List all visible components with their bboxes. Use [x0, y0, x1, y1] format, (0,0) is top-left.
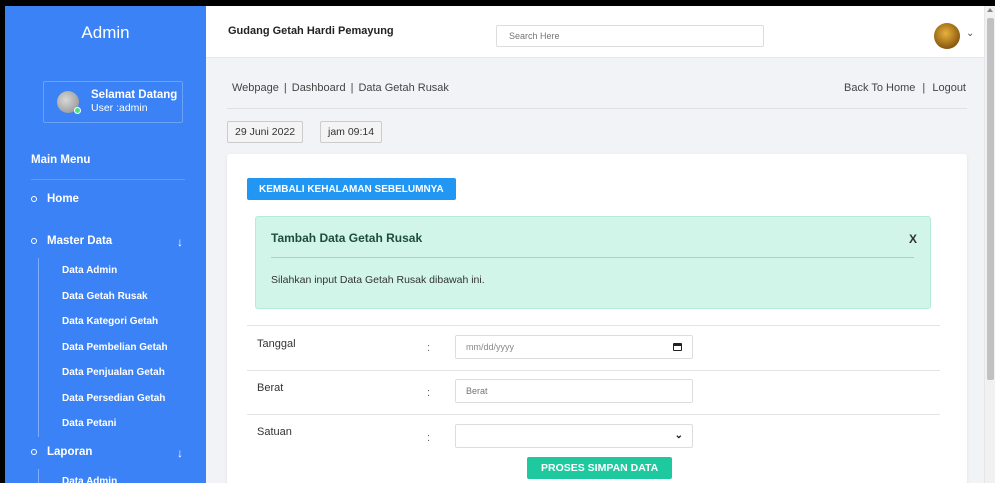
- scroll-up-icon[interactable]: [987, 8, 993, 12]
- bullet-icon: [31, 449, 37, 455]
- user-card: Selamat Datang User :admin: [43, 81, 183, 123]
- berat-input[interactable]: [455, 379, 693, 403]
- alert-message: Silahkan input Data Getah Rusak dibawah …: [271, 274, 485, 286]
- form-divider: [247, 325, 940, 326]
- breadcrumb-separator: |: [283, 82, 287, 94]
- chevron-down-icon[interactable]: ⌄: [966, 28, 974, 39]
- save-button[interactable]: PROSES SIMPAN DATA: [527, 457, 673, 479]
- sidebar-item-master-data[interactable]: Master Data ↓: [31, 235, 185, 249]
- sidebar-item-label: Home: [47, 193, 79, 205]
- header-divider: [227, 108, 967, 109]
- logout-link[interactable]: Logout: [932, 82, 966, 94]
- submenu-item-data-admin[interactable]: Data Admin: [39, 258, 188, 284]
- tanggal-label: Tanggal: [257, 338, 296, 350]
- submenu-laporan: Data Admin: [38, 469, 188, 483]
- user-role: User :admin: [91, 102, 148, 114]
- satuan-label: Satuan: [257, 426, 292, 438]
- app-frame: Admin Selamat Datang User :admin Main Me…: [5, 6, 995, 483]
- close-icon[interactable]: X: [909, 232, 917, 246]
- breadcrumb-webpage[interactable]: Webpage: [232, 82, 279, 94]
- topbar: Gudang Getah Hardi Pemayung ⌄: [206, 6, 984, 58]
- tanggal-placeholder: mm/dd/yyyy: [466, 342, 515, 352]
- breadcrumb: Webpage | Dashboard | Data Getah Rusak: [232, 82, 449, 94]
- alert-title: Tambah Data Getah Rusak: [271, 231, 423, 245]
- sidebar: Admin Selamat Datang User :admin Main Me…: [5, 6, 206, 483]
- arrow-down-icon: ↓: [177, 446, 183, 460]
- breadcrumb-separator: |: [350, 82, 354, 94]
- link-separator: |: [922, 82, 926, 94]
- brand-title[interactable]: Admin: [5, 6, 206, 56]
- breadcrumb-dashboard[interactable]: Dashboard: [292, 82, 346, 94]
- tanggal-date-input[interactable]: mm/dd/yyyy: [455, 335, 693, 359]
- form-divider: [247, 414, 940, 415]
- bullet-icon: [31, 238, 37, 244]
- back-to-home-link[interactable]: Back To Home: [844, 82, 915, 94]
- sidebar-item-label: Master Data: [47, 235, 113, 247]
- menu-title: Main Menu: [31, 154, 91, 166]
- info-alert: Tambah Data Getah Rusak X Silahkan input…: [255, 216, 931, 309]
- submenu-item-data-persedian-getah[interactable]: Data Persedian Getah: [39, 386, 188, 412]
- user-greeting: Selamat Datang: [91, 89, 178, 101]
- user-avatar: [57, 91, 81, 114]
- online-status-icon: [74, 107, 81, 114]
- back-button[interactable]: KEMBALI KEHALAMAN SEBELUMNYA: [247, 178, 456, 200]
- tanggal-colon: :: [427, 342, 431, 354]
- submenu-item-laporan-data-admin[interactable]: Data Admin: [39, 469, 188, 483]
- breadcrumb-current: Data Getah Rusak: [358, 82, 449, 94]
- submenu-master-data: Data Admin Data Getah Rusak Data Kategor…: [38, 258, 188, 437]
- page-scrollbar[interactable]: [984, 6, 995, 483]
- sidebar-item-label: Laporan: [47, 446, 93, 458]
- satuan-select[interactable]: ⌄: [455, 424, 693, 448]
- form-card: KEMBALI KEHALAMAN SEBELUMNYA Tambah Data…: [227, 154, 967, 483]
- time-chip: jam 09:14: [320, 121, 383, 143]
- scroll-thumb[interactable]: [987, 18, 994, 380]
- berat-label: Berat: [257, 382, 284, 394]
- submenu-item-data-penjualan-getah[interactable]: Data Penjualan Getah: [39, 360, 188, 386]
- search-input[interactable]: [496, 25, 764, 47]
- form-divider: [247, 370, 940, 371]
- submenu-item-data-pembelian-getah[interactable]: Data Pembelian Getah: [39, 335, 188, 361]
- submenu-item-data-getah-rusak[interactable]: Data Getah Rusak: [39, 284, 188, 310]
- submenu-item-data-kategori-getah[interactable]: Data Kategori Getah: [39, 309, 188, 335]
- bullet-icon: [31, 196, 37, 202]
- satuan-colon: :: [427, 432, 431, 444]
- sidebar-item-home[interactable]: Home: [31, 193, 185, 205]
- chevron-down-icon: ⌄: [674, 430, 683, 441]
- submenu-item-data-petani[interactable]: Data Petani: [39, 411, 188, 437]
- profile-avatar[interactable]: [934, 23, 960, 49]
- site-title: Gudang Getah Hardi Pemayung: [228, 25, 394, 37]
- menu-divider: [31, 179, 185, 180]
- sidebar-item-laporan[interactable]: Laporan ↓: [31, 446, 185, 460]
- berat-colon: :: [427, 387, 431, 399]
- alert-divider: [271, 257, 914, 258]
- calendar-icon[interactable]: [673, 343, 682, 351]
- date-chip: 29 Juni 2022: [227, 121, 304, 143]
- top-links: Back To Home | Logout: [844, 82, 966, 94]
- arrow-down-icon: ↓: [177, 235, 183, 249]
